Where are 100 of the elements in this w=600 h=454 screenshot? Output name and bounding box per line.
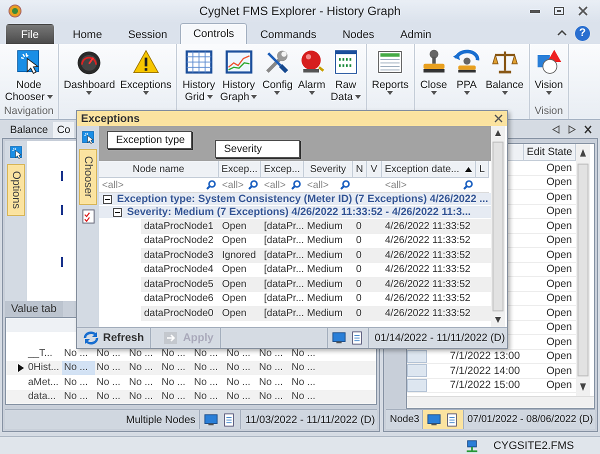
panel-tab[interactable]: Balance (6, 122, 52, 138)
ribbon-tab[interactable]: Nodes (329, 24, 388, 44)
ribbon-button[interactable]: Balance (484, 48, 526, 105)
table-cell-text: [dataPr... (263, 234, 304, 248)
filter-field[interactable]: <all> (99, 180, 219, 190)
ribbon-tab[interactable]: Session (115, 24, 180, 44)
cursor-icon[interactable] (8, 145, 24, 160)
table-cell-text: 0 (355, 306, 363, 320)
search-icon[interactable] (248, 180, 258, 190)
collapse-icon[interactable] (113, 208, 122, 216)
table-cell-text: Medium (306, 306, 344, 320)
ribbon-tab[interactable]: Commands (247, 24, 330, 44)
column-header[interactable]: L (476, 161, 489, 178)
column-header[interactable]: Excep... (219, 161, 261, 178)
filter-field[interactable]: <all> (261, 180, 304, 190)
group-by-field[interactable]: Severity (215, 140, 300, 158)
table-cell-text: No ... (290, 346, 316, 360)
horizontal-scrollbar[interactable] (407, 396, 594, 408)
scrollbar[interactable] (576, 144, 590, 396)
ribbon-button[interactable]: Raw Data (328, 48, 363, 105)
table-cell-text: Open (221, 220, 248, 234)
filter-field[interactable]: <all> (304, 180, 353, 190)
ribbon-button[interactable]: Close (418, 48, 450, 105)
ribbon-button[interactable]: Vision (532, 48, 565, 105)
search-icon[interactable] (340, 180, 350, 190)
document-icon[interactable] (350, 331, 364, 345)
panel-tab[interactable]: Co (52, 122, 74, 138)
table-cell-text: No ... (258, 346, 284, 360)
filter-field[interactable]: <all> (219, 180, 261, 190)
ribbon-tab[interactable]: Controls (180, 23, 248, 44)
column-header[interactable]: V (367, 161, 382, 178)
column-header[interactable]: Exception date... (382, 161, 476, 178)
ribbon-button[interactable]: Exceptions (118, 48, 174, 105)
ribbon-button[interactable]: Reports (370, 48, 411, 105)
table-row[interactable]: dataProcNode6 Open [dataPr... Medium 0 4/26/2022 11:33:52 (141, 292, 491, 306)
table-cell-text: No ... (258, 361, 284, 375)
table-cell-text: No ... (193, 376, 219, 390)
table-row[interactable]: dataProcNode5 Open [dataPr... Medium 0 4/26/2022 11:33:52 (141, 277, 491, 292)
table-row[interactable]: dataProcNode4 Open [dataPr... Medium 0 4/26/2022 11:33:52 (141, 262, 491, 277)
refresh-button[interactable]: Refresh (77, 328, 151, 348)
table-cell-text: No ... (258, 376, 284, 390)
table-row[interactable]: dataProcNode0 Open [dataPr... Medium 0 4/26/2022 11:33:52 (141, 306, 491, 320)
table-cell-text: Medium (306, 248, 344, 262)
close-icon[interactable] (584, 124, 592, 134)
checklist-icon[interactable] (80, 208, 96, 224)
collapse-ribbon-icon[interactable] (557, 29, 567, 37)
ribbon-button[interactable]: History Graph (218, 48, 260, 105)
table-cell-text: 4/26/2022 11:33:52 (384, 306, 472, 320)
table-cell: No ... (62, 360, 94, 375)
value-table-tab[interactable]: Value tab (5, 301, 63, 317)
table-row[interactable]: dataProcNode2 Open [dataPr... Medium 0 4/26/2022 11:33:52 (141, 234, 491, 248)
ribbon-tab[interactable]: Home (60, 24, 116, 44)
table-cell-text: __T... (26, 346, 54, 360)
cursor-icon[interactable] (80, 130, 96, 145)
collapse-icon[interactable] (103, 194, 112, 204)
table-cell-text: [dataPr... (263, 278, 304, 292)
ribbon-button[interactable]: History Grid (180, 48, 218, 105)
restore-icon[interactable] (554, 6, 564, 16)
column-header[interactable]: Excep... (261, 161, 304, 178)
group-by-field[interactable]: Exception type (107, 131, 192, 149)
chooser-tab[interactable]: Chooser (79, 149, 97, 205)
monitor-icon[interactable] (204, 412, 218, 426)
column-header[interactable]: Node name (99, 161, 219, 178)
scroll-right-icon[interactable] (568, 124, 576, 134)
column-header[interactable]: Severity (304, 161, 353, 178)
filter-field[interactable]: <all> (382, 180, 476, 190)
table-cell-text: No ... (63, 390, 89, 404)
table-row[interactable]: dataProcNode1 Open [dataPr... Medium 0 4/26/2022 11:33:52 (141, 219, 491, 234)
ribbon-button[interactable]: PPA (450, 48, 483, 105)
search-icon[interactable] (463, 180, 473, 190)
table-cell-text: Medium (306, 234, 344, 248)
ribbon-button[interactable]: Node Chooser (3, 48, 55, 105)
document-icon[interactable] (445, 412, 460, 426)
close-icon[interactable] (494, 114, 503, 123)
table-row[interactable]: dataProcNode3 Ignored [dataPr... Medium 0 4/26/2022 11:33:52 (141, 248, 491, 262)
scroll-left-icon[interactable] (552, 124, 560, 134)
ribbon-button[interactable]: Alarm (296, 48, 328, 105)
table-cell-text: No ... (128, 376, 154, 390)
monitor-icon[interactable] (427, 412, 442, 426)
search-icon[interactable] (291, 180, 301, 190)
table-cell-text: Open (221, 306, 248, 320)
options-tab[interactable]: Options (7, 164, 25, 216)
file-menu-tab[interactable]: File (6, 24, 54, 44)
ribbon-tab[interactable]: Admin (387, 24, 444, 44)
table-cell: 7/1/2022 15:00 (431, 378, 524, 393)
ribbon-button[interactable]: Dashboard (62, 48, 118, 105)
document-icon[interactable] (222, 412, 236, 426)
table-cell-text: Open (221, 234, 248, 248)
table-cell-text: [dataPr... (263, 263, 304, 277)
help-button[interactable]: ? (575, 26, 590, 40)
scrollbar[interactable] (491, 126, 505, 327)
network-icon (465, 438, 480, 452)
close-icon[interactable] (578, 6, 588, 16)
column-header[interactable]: Edit State (524, 144, 576, 161)
monitor-icon[interactable] (332, 331, 346, 345)
table-cell-text: data... (27, 390, 57, 404)
ribbon-button[interactable]: Config (260, 48, 295, 105)
table-cell-text: No ... (63, 376, 89, 390)
column-header[interactable]: N (353, 161, 367, 178)
search-icon[interactable] (206, 180, 216, 190)
